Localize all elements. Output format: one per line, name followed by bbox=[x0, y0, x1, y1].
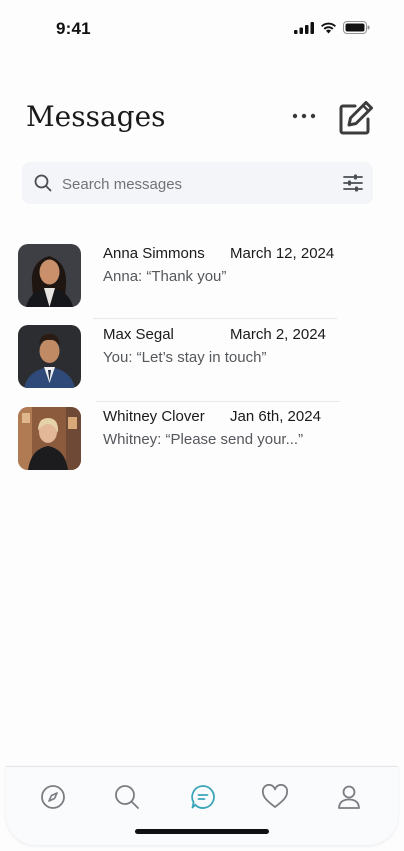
tab-profile[interactable] bbox=[332, 781, 366, 813]
compose-button[interactable] bbox=[336, 98, 376, 138]
message-date: March 12, 2024 bbox=[230, 245, 335, 262]
search-icon bbox=[115, 785, 139, 809]
status-time: 9:41 bbox=[56, 19, 91, 38]
divider bbox=[93, 318, 337, 319]
status-icons bbox=[294, 21, 370, 34]
contact-name: Whitney Clover bbox=[103, 408, 205, 425]
tab-search[interactable] bbox=[110, 781, 144, 813]
messages-screen: 9:41 Messages Search messages Anna Simmo… bbox=[0, 0, 404, 851]
conversation-item[interactable]: Max Segal March 2, 2024 You: “Let’s stay… bbox=[18, 325, 348, 391]
message-preview: Anna: “Thank you” bbox=[103, 268, 227, 285]
avatar bbox=[18, 325, 81, 388]
page-title: Messages bbox=[26, 100, 166, 133]
divider bbox=[96, 401, 340, 402]
compose-icon bbox=[339, 101, 373, 135]
home-indicator bbox=[135, 829, 269, 834]
compass-icon bbox=[41, 785, 65, 809]
battery-icon bbox=[343, 21, 370, 34]
message-date: Jan 6th, 2024 bbox=[230, 408, 321, 425]
message-date: March 2, 2024 bbox=[230, 326, 326, 343]
contact-name: Max Segal bbox=[103, 326, 174, 343]
conversation-item[interactable]: Anna Simmons March 12, 2024 Anna: “Thank… bbox=[18, 244, 348, 310]
more-options-button[interactable] bbox=[290, 106, 318, 126]
message-preview: You: “Let’s stay in touch” bbox=[103, 349, 267, 366]
tab-messages[interactable] bbox=[186, 781, 220, 813]
filter-icon[interactable] bbox=[343, 174, 363, 192]
wifi-icon bbox=[321, 22, 336, 33]
contact-name: Anna Simmons bbox=[103, 245, 205, 262]
heart-icon bbox=[261, 784, 289, 808]
signal-icon bbox=[294, 21, 314, 34]
avatar bbox=[18, 407, 81, 470]
search-input[interactable] bbox=[60, 170, 334, 198]
chat-icon bbox=[191, 785, 215, 809]
more-horizontal-icon bbox=[292, 113, 316, 119]
tab-explore[interactable] bbox=[36, 781, 70, 813]
search-icon bbox=[34, 174, 52, 192]
profile-icon bbox=[338, 785, 360, 809]
conversation-item[interactable]: Whitney Clover Jan 6th, 2024 Whitney: “P… bbox=[18, 407, 348, 473]
tab-bar bbox=[6, 766, 398, 845]
avatar bbox=[18, 244, 81, 307]
search-bar bbox=[22, 162, 373, 204]
message-preview: Whitney: “Please send your...” bbox=[103, 431, 304, 448]
tab-favorites[interactable] bbox=[258, 781, 292, 813]
